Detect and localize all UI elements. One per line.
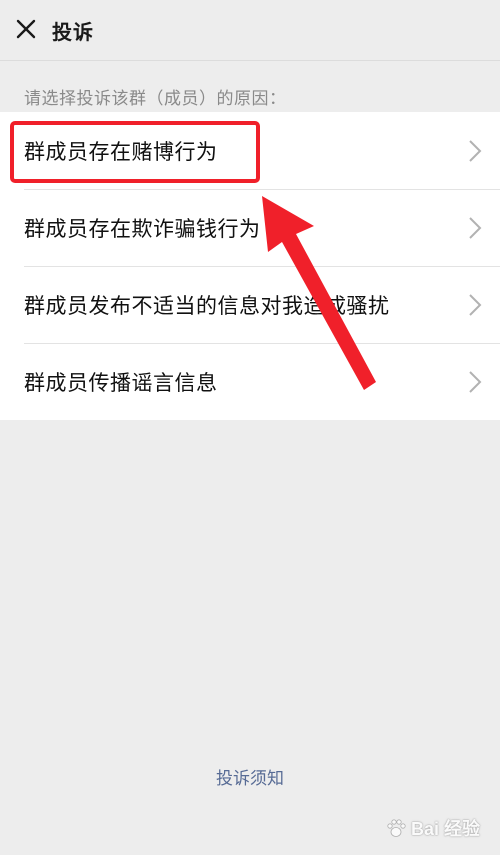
reason-label: 群成员存在欺诈骗钱行为 — [24, 216, 261, 241]
reason-item-harassment[interactable]: 群成员发布不适当的信息对我造成骚扰 — [0, 266, 500, 343]
baidu-watermark: Bai 经验 — [385, 815, 480, 841]
reason-prompt: 请选择投诉该群（成员）的原因： — [24, 89, 287, 109]
chevron-right-icon — [469, 216, 482, 239]
complaint-notice-link[interactable]: 投诉须知 — [0, 764, 500, 789]
paw-icon — [387, 819, 406, 837]
chevron-right-icon — [469, 293, 482, 316]
reason-item-rumor[interactable]: 群成员传播谣言信息 — [0, 343, 500, 420]
close-icon — [16, 19, 36, 39]
chevron-right-icon — [469, 370, 482, 393]
chevron-right-icon — [469, 139, 482, 162]
reason-label: 群成员传播谣言信息 — [24, 370, 218, 395]
reason-label: 群成员发布不适当的信息对我造成骚扰 — [24, 293, 390, 318]
reason-list: 群成员存在赌博行为 群成员存在欺诈骗钱行为 群成员发布不适当的信息对我造成骚扰 … — [0, 112, 500, 420]
reason-item-fraud[interactable]: 群成员存在欺诈骗钱行为 — [0, 189, 500, 266]
page-title: 投诉 — [52, 19, 94, 44]
reason-label: 群成员存在赌博行为 — [24, 139, 218, 164]
top-bar: 投诉 — [0, 0, 500, 61]
reason-item-gambling[interactable]: 群成员存在赌博行为 — [0, 112, 500, 189]
watermark-text: Bai 经验 — [410, 819, 480, 839]
close-button[interactable] — [14, 17, 40, 43]
